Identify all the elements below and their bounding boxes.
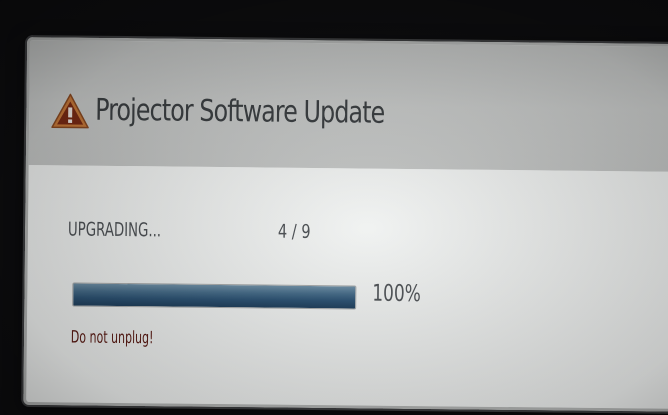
- dialog-title-bar: Projector Software Update: [28, 40, 668, 172]
- status-label: UPGRADING...: [67, 218, 162, 242]
- warning-icon: [50, 92, 90, 130]
- warning-text: Do not unplug!: [70, 327, 154, 349]
- dialog-body: UPGRADING... 4 / 9 100% Do not unplug!: [26, 165, 668, 409]
- progress-bar-fill: [73, 283, 356, 309]
- progress-bar: [72, 282, 357, 310]
- dialog-title: Projector Software Update: [95, 92, 385, 131]
- progress-percent: 100%: [372, 280, 421, 308]
- update-dialog: Projector Software Update UPGRADING... 4…: [23, 37, 668, 412]
- step-counter: 4 / 9: [277, 220, 311, 243]
